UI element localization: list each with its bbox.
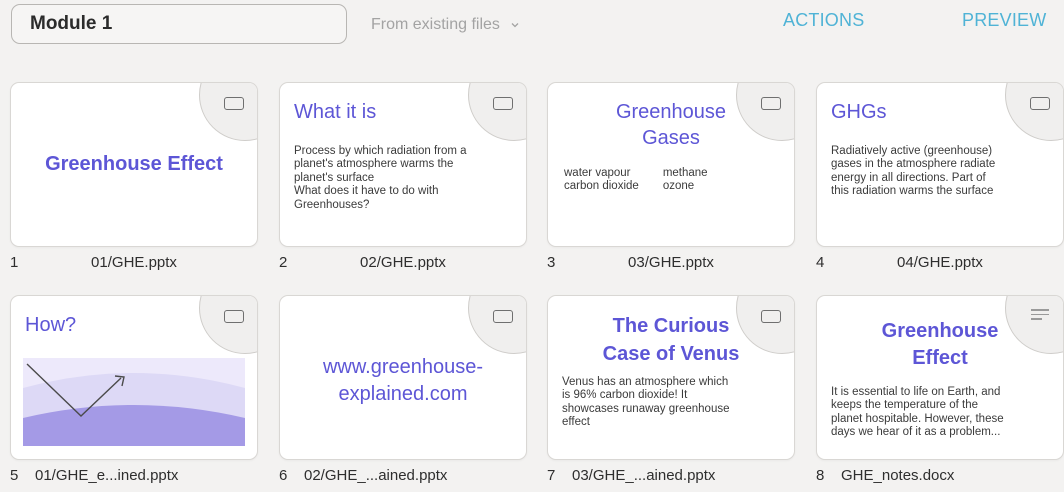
title-line: Greenhouse (881, 320, 999, 342)
body-line: planet hospitable. However, these (831, 412, 1004, 425)
tile-filename: 03/GHE_...ained.pptx (572, 467, 716, 484)
slide-title: www.greenhouse- explained.com (280, 354, 526, 408)
slide-icon (223, 308, 245, 324)
body-line: energy in all directions. Part of (831, 171, 986, 184)
type-badge (468, 83, 526, 141)
body-line: Radiatively active (greenhouse) (831, 145, 993, 157)
preview-button[interactable]: PREVIEW (962, 10, 1046, 31)
tile-filename: 03/GHE.pptx (628, 254, 714, 271)
slide-title: Greenhouse Gases (548, 99, 794, 151)
tile-number: 7 (547, 467, 556, 484)
module-name-field[interactable]: Module 1 (11, 4, 347, 44)
body-line: planet's atmosphere warms the (294, 158, 454, 171)
body-line: effect (562, 416, 590, 429)
tile-filename: 02/GHE.pptx (360, 254, 446, 271)
document-title: Greenhouse Effect (817, 318, 1063, 372)
body-line: gases in the atmosphere radiate (831, 158, 996, 171)
title-line: Greenhouse (615, 101, 727, 123)
tile-caption: 6 02/GHE_...ained.pptx (279, 467, 527, 487)
slide-thumbnail[interactable]: What it is Process by which radiation fr… (279, 82, 527, 247)
body-line: It is essential to life on Earth, and (831, 386, 1001, 398)
chevron-down-icon (511, 23, 519, 28)
slide-icon (1029, 95, 1051, 111)
tile-caption: 2 02/GHE.pptx (279, 254, 527, 274)
actions-button[interactable]: ACTIONS (783, 10, 864, 31)
title-line: The Curious (612, 315, 730, 337)
body-line: is 96% carbon dioxide! It (562, 389, 688, 402)
tile-number: 5 (10, 467, 19, 484)
tile-filename: 04/GHE.pptx (897, 254, 983, 271)
body-line: Greenhouses? (294, 198, 370, 211)
type-badge (468, 296, 526, 354)
gas-column: water vapour carbon dioxide (564, 167, 639, 194)
slide-title: How? (25, 314, 77, 336)
tile-number: 8 (816, 467, 825, 484)
tile-number: 6 (279, 467, 288, 484)
title-line: explained.com (338, 383, 468, 405)
body-line: days we hear of it as a problem... (831, 426, 1001, 439)
gas-item: water vapour (564, 167, 631, 179)
gas-item: carbon dioxide (564, 180, 639, 193)
slide-body: Venus has an atmosphere which is 96% car… (562, 376, 780, 430)
slide-tile-2[interactable]: What it is Process by which radiation fr… (279, 82, 527, 271)
source-dropdown-label: From existing files (371, 16, 500, 33)
slide-icon (492, 308, 514, 324)
tile-caption: 4 04/GHE.pptx (816, 254, 1064, 274)
slide-title: GHGs (831, 101, 887, 123)
tile-caption: 7 03/GHE_...ained.pptx (547, 467, 795, 487)
gas-list: water vapour carbon dioxide methane ozon… (564, 167, 708, 194)
slide-body: Radiatively active (greenhouse) gases in… (831, 145, 1049, 199)
slide-title: Greenhouse Effect (45, 153, 223, 175)
slide-thumbnail[interactable]: GHGs Radiatively active (greenhouse) gas… (816, 82, 1064, 247)
body-line: Process by which radiation from a (294, 145, 467, 157)
gas-column: methane ozone (663, 167, 708, 194)
tile-filename: 01/GHE.pptx (91, 254, 177, 271)
slide-thumbnail[interactable]: Greenhouse Gases water vapour carbon dio… (547, 82, 795, 247)
gas-item: methane (662, 167, 708, 179)
slide-tile-5[interactable]: How? 5 01/GHE_e...ined.pptx (10, 295, 258, 484)
tile-filename: 02/GHE_...ained.pptx (304, 467, 448, 484)
slide-tile-7[interactable]: The Curious Case of Venus Venus has an a… (547, 295, 795, 484)
type-badge (199, 83, 257, 141)
body-line: keeps the temperature of the (831, 399, 979, 412)
title-line: www.greenhouse- (322, 356, 484, 378)
slide-thumbnail[interactable]: How? (10, 295, 258, 460)
slide-thumbnail[interactable]: Greenhouse Effect (10, 82, 258, 247)
slide-tile-3[interactable]: Greenhouse Gases water vapour carbon dio… (547, 82, 795, 271)
slide-tile-1[interactable]: Greenhouse Effect 1 01/GHE.pptx (10, 82, 258, 271)
title-line: Effect (912, 347, 968, 369)
body-line: planet's surface (294, 171, 375, 184)
tile-caption: 3 03/GHE.pptx (547, 254, 795, 274)
tile-filename: 01/GHE_e...ined.pptx (35, 467, 179, 484)
slide-tile-6[interactable]: www.greenhouse- explained.com 6 02/GHE_.… (279, 295, 527, 484)
gas-item: ozone (662, 180, 695, 193)
document-thumbnail[interactable]: Greenhouse Effect It is essential to lif… (816, 295, 1064, 460)
source-dropdown[interactable]: From existing files (371, 12, 520, 38)
body-line: showcases runaway greenhouse (562, 402, 730, 415)
document-body: It is essential to life on Earth, and ke… (831, 386, 1049, 440)
body-line: this radiation warms the surface (831, 185, 994, 198)
title-line: Case of Venus (602, 343, 740, 365)
tile-caption: 8 GHE_notes.docx (816, 467, 1064, 487)
tile-caption: 1 01/GHE.pptx (10, 254, 258, 274)
slide-title: The Curious Case of Venus (548, 312, 794, 368)
top-bar: Module 1 From existing files ACTIONS PRE… (0, 0, 1064, 56)
body-line: What does it have to do with (294, 185, 439, 198)
slide-body: Process by which radiation from a planet… (294, 145, 512, 212)
slide-tile-4[interactable]: GHGs Radiatively active (greenhouse) gas… (816, 82, 1064, 271)
slide-icon (223, 95, 245, 111)
slide-icon (492, 95, 514, 111)
type-badge (1005, 83, 1063, 141)
atmosphere-illustration (23, 358, 245, 446)
title-line: Gases (642, 127, 700, 149)
slide-title: What it is (294, 101, 377, 123)
tile-caption: 5 01/GHE_e...ined.pptx (10, 467, 258, 487)
type-badge (199, 296, 257, 354)
body-line: Venus has an atmosphere which (562, 376, 729, 388)
slide-thumbnail[interactable]: www.greenhouse- explained.com (279, 295, 527, 460)
slide-thumbnail[interactable]: The Curious Case of Venus Venus has an a… (547, 295, 795, 460)
tile-filename: GHE_notes.docx (841, 467, 955, 484)
slide-tile-8[interactable]: Greenhouse Effect It is essential to lif… (816, 295, 1064, 484)
